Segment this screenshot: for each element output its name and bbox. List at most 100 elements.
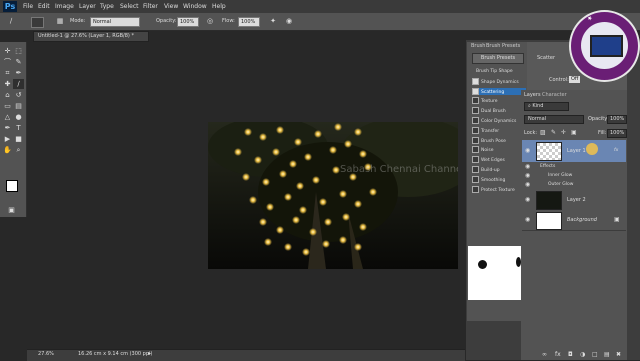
outer-glow-eye-icon[interactable]: ◉: [525, 181, 530, 188]
brush-option-smoothing[interactable]: Smoothing: [472, 175, 526, 183]
brush-option-dual-brush[interactable]: Dual Brush: [472, 107, 526, 115]
pen-tool-icon[interactable]: ✒: [2, 123, 13, 133]
menu-window[interactable]: Window: [183, 2, 207, 11]
visibility-eye-icon[interactable]: ◉: [525, 196, 530, 203]
zoom-level[interactable]: 27.6%: [38, 351, 54, 357]
menu-layer[interactable]: Layer: [79, 2, 96, 11]
clone-stamp-icon[interactable]: ⌂: [2, 90, 13, 100]
layer-row-background[interactable]: ◉ Background ▣: [522, 210, 626, 231]
checkbox[interactable]: [472, 146, 479, 154]
menu-type[interactable]: Type: [100, 2, 114, 11]
lock-all-icon[interactable]: ▣: [571, 129, 577, 136]
menu-select[interactable]: Select: [120, 2, 139, 11]
new-layer-icon[interactable]: ▤: [604, 351, 610, 358]
checkbox[interactable]: [472, 77, 479, 85]
brush-option-brush-tip-shape[interactable]: Brush Tip Shape: [472, 68, 530, 75]
zoom-tool-icon[interactable]: ⌕: [13, 145, 24, 155]
status-arrow-icon[interactable]: ▸: [148, 350, 151, 357]
add-mask-icon[interactable]: ◘: [568, 351, 573, 358]
checkbox[interactable]: [472, 156, 479, 164]
fx-icon[interactable]: fx: [555, 351, 561, 358]
layer-name[interactable]: Layer 2: [567, 197, 586, 203]
brush-option-color-dynamics[interactable]: Color Dynamics: [472, 117, 526, 124]
eyedropper-tool-icon[interactable]: ✒: [13, 68, 24, 78]
checkbox[interactable]: [472, 87, 479, 95]
layer-name[interactable]: Background: [567, 217, 597, 223]
pressure-opacity-icon[interactable]: ◎: [205, 17, 215, 26]
checkbox[interactable]: [472, 175, 479, 183]
dodge-tool-icon[interactable]: ●: [13, 112, 24, 122]
menu-edit[interactable]: Edit: [38, 2, 50, 11]
delete-layer-icon[interactable]: ✖: [616, 351, 621, 358]
tab-brush-presets[interactable]: Brush Presets: [486, 43, 520, 50]
lock-transparency-icon[interactable]: ▨: [540, 129, 546, 136]
layer-fx-badge[interactable]: fx: [614, 148, 618, 153]
checkbox[interactable]: [472, 117, 479, 124]
tab-brush[interactable]: Brush: [469, 43, 488, 50]
foreground-color-swatch[interactable]: [6, 180, 18, 192]
quick-mask-icon[interactable]: ▣: [6, 205, 17, 215]
brush-panel-toggle-icon[interactable]: ▦: [55, 17, 65, 26]
visibility-eye-icon[interactable]: ◉: [525, 216, 530, 223]
checkbox[interactable]: [472, 97, 479, 105]
checkbox[interactable]: [472, 107, 479, 115]
brush-option-transfer[interactable]: Transfer: [472, 126, 526, 134]
brush-option-protect-texture[interactable]: Protect Texture: [472, 185, 526, 193]
tab-layers[interactable]: Layers: [522, 92, 543, 99]
shape-tool-icon[interactable]: ■: [13, 134, 24, 144]
brush-option-noise[interactable]: Noise: [472, 146, 526, 154]
menu-filter[interactable]: Filter: [143, 2, 158, 11]
marquee-tool-icon[interactable]: ⬚: [13, 46, 24, 56]
menu-view[interactable]: View: [164, 2, 178, 11]
layer-opacity-input[interactable]: 100%: [607, 115, 628, 124]
menu-help[interactable]: Help: [212, 2, 226, 11]
brush-presets-button[interactable]: Brush Presets: [472, 53, 524, 64]
canvas-image[interactable]: Sabash Chennai Channel: [208, 122, 458, 269]
checkbox[interactable]: [472, 185, 479, 193]
lock-position-icon[interactable]: ✛: [561, 129, 566, 136]
pressure-size-icon[interactable]: ◉: [284, 17, 294, 26]
checkbox[interactable]: [472, 126, 479, 134]
menu-file[interactable]: File: [23, 2, 33, 11]
opacity-input[interactable]: 100%: [177, 17, 199, 27]
blur-tool-icon[interactable]: △: [2, 112, 13, 122]
hand-tool-icon[interactable]: ✋: [2, 145, 13, 155]
history-brush-icon[interactable]: ↺: [13, 90, 24, 100]
lasso-tool-icon[interactable]: ⌒: [2, 57, 13, 67]
effects-eye-icon[interactable]: ◉: [525, 163, 530, 170]
layer-row-layer-1[interactable]: ◉ Layer 1 fx: [522, 140, 626, 163]
brush-option-texture[interactable]: Texture: [472, 97, 526, 105]
crop-tool-icon[interactable]: ⌗: [2, 68, 13, 78]
airbrush-icon[interactable]: ✦: [268, 17, 278, 26]
checkbox[interactable]: [472, 136, 479, 144]
control-select[interactable]: Off: [569, 76, 581, 83]
gradient-tool-icon[interactable]: ▤: [13, 101, 24, 111]
type-tool-icon[interactable]: T: [13, 123, 24, 133]
new-group-icon[interactable]: □: [592, 351, 598, 358]
layer-name[interactable]: Layer 1: [567, 148, 586, 154]
menu-image[interactable]: Image: [55, 2, 74, 11]
eraser-tool-icon[interactable]: ▭: [2, 101, 13, 111]
flow-input[interactable]: 100%: [238, 17, 260, 27]
brush-option-shape-dynamics[interactable]: Shape Dynamics: [472, 77, 526, 85]
brush-tool-icon[interactable]: ∕: [13, 79, 24, 89]
brush-option-build-up[interactable]: Build-up: [472, 166, 526, 173]
layer-row-layer-2[interactable]: ◉ Layer 2: [522, 189, 626, 211]
brush-option-scattering[interactable]: Scattering: [472, 87, 526, 95]
document-tab[interactable]: Untitled-1 @ 27.6% (Layer 1, RGB/8) *: [33, 31, 149, 42]
lock-pixels-icon[interactable]: ✎: [551, 129, 556, 136]
brush-tool-icon[interactable]: ∕: [5, 17, 17, 26]
path-select-icon[interactable]: ▶: [2, 134, 13, 144]
fill-input[interactable]: 100%: [607, 129, 628, 138]
tab-character[interactable]: Character: [542, 92, 567, 99]
checkbox[interactable]: [472, 166, 479, 173]
link-layers-icon[interactable]: ∞: [542, 351, 547, 358]
brush-option-brush-pose[interactable]: Brush Pose: [472, 136, 526, 144]
inner-glow-eye-icon[interactable]: ◉: [525, 172, 530, 179]
brush-preset-picker[interactable]: [31, 17, 44, 28]
blend-mode-select[interactable]: Normal: [524, 115, 584, 124]
mode-select[interactable]: Normal: [90, 17, 140, 27]
healing-brush-icon[interactable]: ✚: [2, 79, 13, 89]
layer-kind-filter[interactable]: ⌕ Kind: [524, 102, 569, 111]
visibility-eye-icon[interactable]: ◉: [525, 147, 530, 154]
